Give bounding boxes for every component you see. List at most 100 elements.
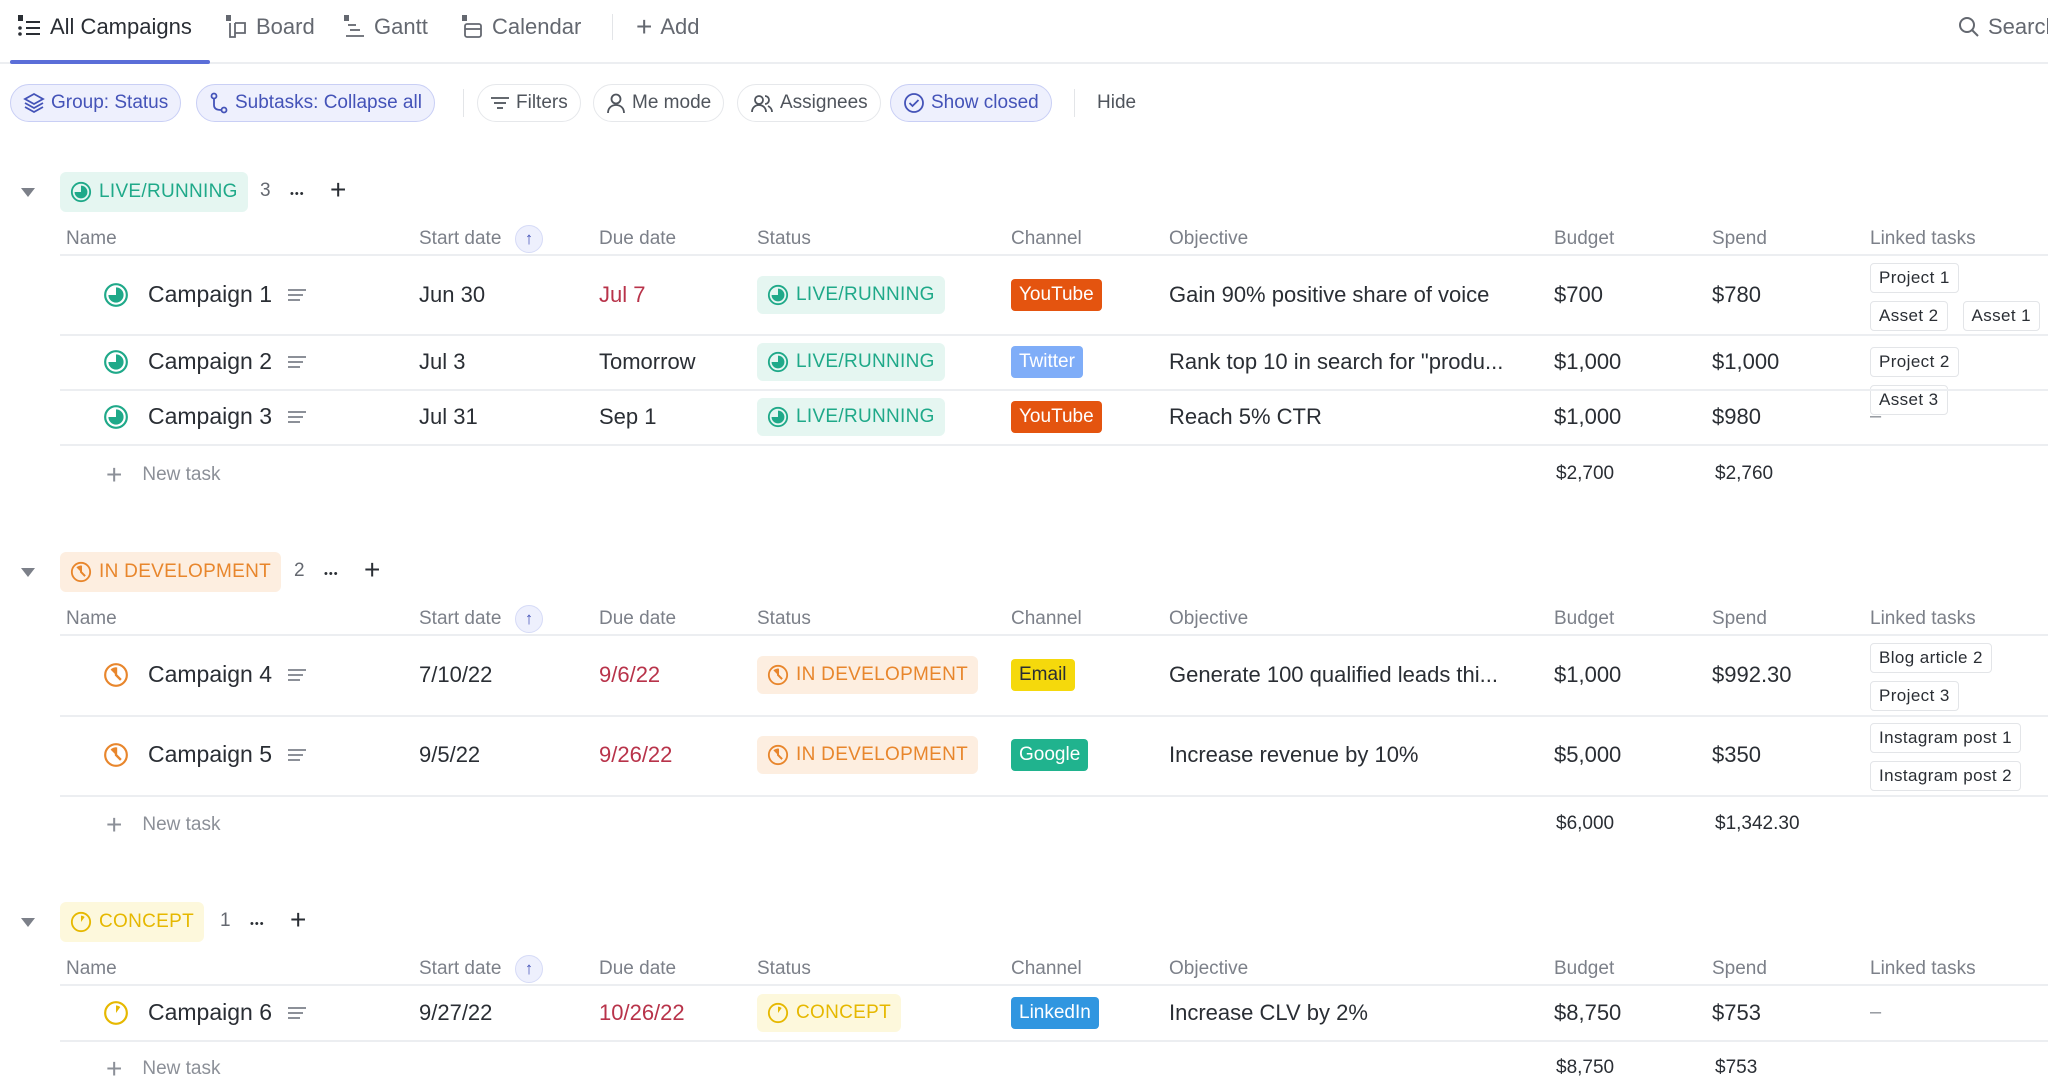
budget[interactable]: $1,000 [1554, 404, 1621, 430]
column-header-name[interactable]: Name [66, 608, 117, 630]
hide-button[interactable]: Hide [1097, 92, 1136, 114]
channel-tag[interactable]: LinkedIn [1011, 996, 1099, 1029]
column-header-status[interactable]: Status [757, 608, 811, 630]
group-by-status-button[interactable]: Group: Status [10, 84, 182, 122]
collapse-group-caret-icon[interactable] [21, 918, 35, 927]
task-status-pill[interactable]: LIVE/RUNNING [757, 397, 945, 436]
column-header-channel[interactable]: Channel [1011, 228, 1082, 250]
me-mode-button[interactable]: Me mode [593, 84, 725, 122]
collapse-group-caret-icon[interactable] [21, 568, 35, 577]
column-header-budget[interactable]: Budget [1554, 958, 1614, 980]
start-date[interactable]: Jun 30 [419, 282, 485, 308]
column-header-spend[interactable]: Spend [1712, 228, 1767, 250]
due-date[interactable]: 9/26/22 [599, 742, 672, 768]
column-header-linked[interactable]: Linked tasks [1870, 228, 1976, 250]
spend[interactable]: $350 [1712, 742, 1761, 768]
linked-task-tag[interactable]: Instagram post 2 [1870, 761, 2022, 791]
description-icon[interactable] [288, 669, 306, 681]
group-add-task-plus-icon[interactable]: + [364, 556, 380, 584]
start-date[interactable]: 9/27/22 [419, 1000, 492, 1026]
column-header-linked[interactable]: Linked tasks [1870, 608, 1976, 630]
linked-task-tag[interactable]: Project 1 [1870, 263, 1959, 293]
task-name[interactable]: Campaign 2 [148, 348, 272, 375]
description-icon[interactable] [288, 410, 306, 423]
description-icon[interactable] [288, 288, 306, 301]
column-header-start[interactable]: Start date [419, 958, 501, 980]
objective[interactable]: Gain 90% positive share of voice [1169, 282, 1489, 308]
channel-tag[interactable]: Twitter [1011, 345, 1083, 378]
objective[interactable]: Increase CLV by 2% [1169, 1000, 1368, 1026]
task-name[interactable]: Campaign 1 [148, 281, 272, 308]
linked-task-tag[interactable]: Asset 1 [1962, 301, 2040, 331]
linked-task-tag[interactable]: Blog article 2 [1870, 643, 1992, 673]
column-header-linked[interactable]: Linked tasks [1870, 958, 1976, 980]
subtasks-collapse-button[interactable]: Subtasks: Collapse all [196, 84, 435, 122]
new-task-button[interactable]: + New task [106, 459, 221, 491]
due-date[interactable]: Tomorrow [599, 349, 696, 375]
start-date[interactable]: 7/10/22 [419, 662, 492, 688]
column-header-name[interactable]: Name [66, 958, 117, 980]
column-header-channel[interactable]: Channel [1011, 608, 1082, 630]
new-task-button[interactable]: + New task [106, 809, 221, 841]
column-header-start[interactable]: Start date [419, 608, 501, 630]
task-name[interactable]: Campaign 3 [148, 403, 272, 430]
task-name[interactable]: Campaign 5 [148, 741, 272, 768]
start-date[interactable]: Jul 3 [419, 349, 465, 375]
column-header-objective[interactable]: Objective [1169, 958, 1248, 980]
column-header-objective[interactable]: Objective [1169, 608, 1248, 630]
task-status-pill[interactable]: IN DEVELOPMENT [757, 656, 979, 694]
assignees-button[interactable]: Assignees [737, 84, 881, 122]
new-task-button[interactable]: + New task [106, 1053, 221, 1085]
task-status-icon[interactable] [103, 662, 129, 688]
search-button[interactable]: Search [1958, 10, 2048, 44]
linked-task-tag[interactable]: Project 2 [1870, 346, 1959, 377]
channel-tag[interactable]: Google [1011, 739, 1089, 771]
start-date[interactable]: 9/5/22 [419, 742, 480, 768]
budget[interactable]: $1,000 [1554, 349, 1621, 375]
task-status-icon[interactable] [103, 282, 129, 308]
task-status-icon[interactable] [103, 349, 129, 375]
spend[interactable]: $780 [1712, 282, 1761, 308]
budget[interactable]: $700 [1554, 282, 1603, 308]
collapse-group-caret-icon[interactable] [21, 188, 35, 197]
budget[interactable]: $8,750 [1554, 1000, 1621, 1026]
column-header-start[interactable]: Start date [419, 228, 501, 250]
budget[interactable]: $5,000 [1554, 742, 1621, 768]
column-header-spend[interactable]: Spend [1712, 958, 1767, 980]
start-date[interactable]: Jul 31 [419, 404, 478, 430]
group-add-task-plus-icon[interactable]: + [330, 176, 346, 204]
spend[interactable]: $1,000 [1712, 349, 1779, 375]
column-header-channel[interactable]: Channel [1011, 958, 1082, 980]
task-status-icon[interactable] [103, 404, 129, 430]
task-status-pill[interactable]: LIVE/RUNNING [757, 275, 945, 314]
channel-tag[interactable]: Email [1011, 659, 1075, 691]
group-more-options-icon[interactable]: ••• [324, 564, 339, 584]
description-icon[interactable] [288, 749, 306, 761]
column-header-spend[interactable]: Spend [1712, 608, 1767, 630]
sort-ascending-arrow-icon[interactable]: ↑ [515, 605, 543, 633]
budget[interactable]: $1,000 [1554, 662, 1621, 688]
task-name[interactable]: Campaign 4 [148, 661, 272, 688]
due-date[interactable]: Sep 1 [599, 404, 657, 430]
objective[interactable]: Generate 100 qualified leads thi... [1169, 662, 1498, 688]
linked-task-tag[interactable]: Project 3 [1870, 681, 1959, 711]
group-add-task-plus-icon[interactable]: + [290, 906, 306, 934]
group-more-options-icon[interactable]: ••• [250, 914, 265, 934]
tab-all-campaigns[interactable]: All Campaigns [16, 10, 192, 44]
column-header-due[interactable]: Due date [599, 608, 676, 630]
due-date[interactable]: 9/6/22 [599, 662, 660, 688]
linked-task-tag[interactable]: Instagram post 1 [1870, 723, 2022, 753]
column-header-due[interactable]: Due date [599, 958, 676, 980]
column-header-budget[interactable]: Budget [1554, 608, 1614, 630]
task-status-icon[interactable] [103, 742, 129, 768]
filters-button[interactable]: Filters [477, 84, 581, 122]
description-icon[interactable] [288, 1006, 306, 1019]
sort-ascending-arrow-icon[interactable]: ↑ [515, 955, 543, 983]
spend[interactable]: $980 [1712, 404, 1761, 430]
column-header-status[interactable]: Status [757, 958, 811, 980]
column-header-budget[interactable]: Budget [1554, 228, 1614, 250]
spend[interactable]: $992.30 [1712, 662, 1792, 688]
tab-gantt[interactable]: Gantt [342, 10, 428, 44]
task-status-pill[interactable]: IN DEVELOPMENT [757, 736, 979, 774]
column-header-due[interactable]: Due date [599, 228, 676, 250]
